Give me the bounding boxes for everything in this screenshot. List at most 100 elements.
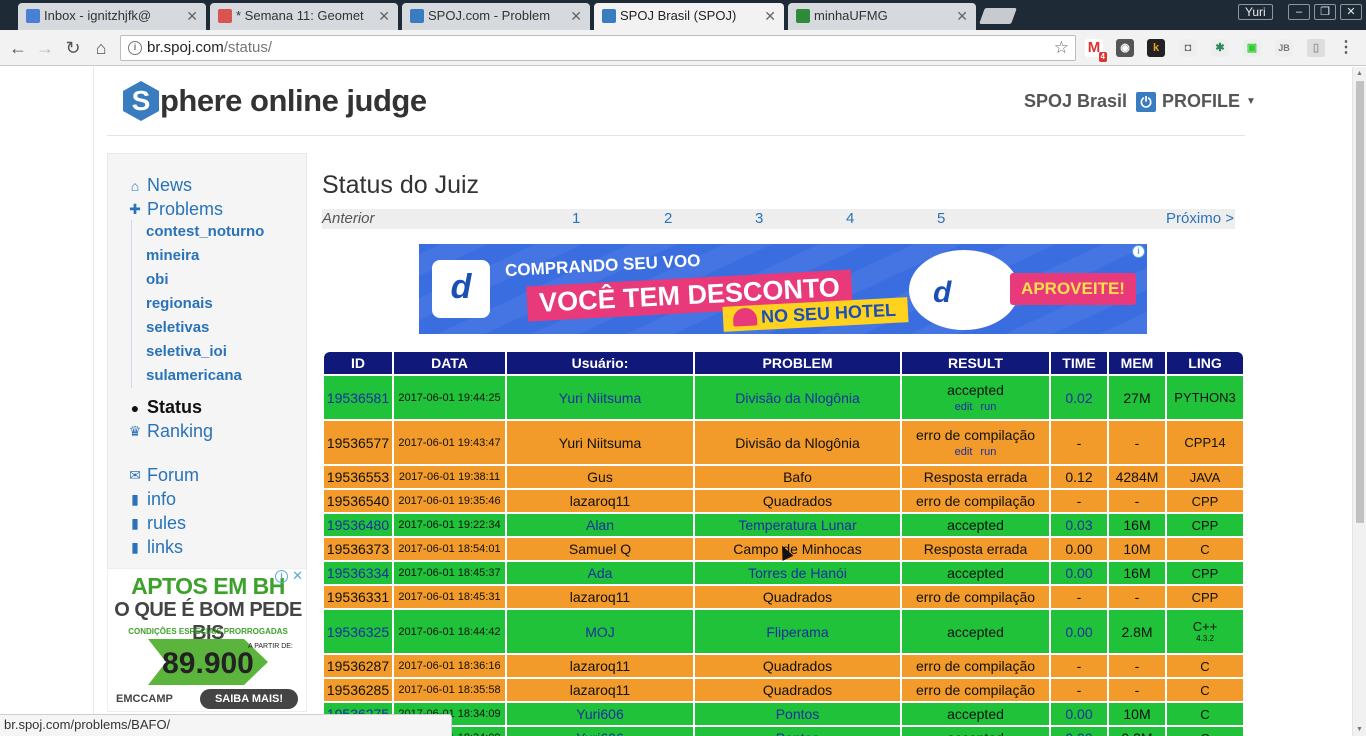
sidebar-item-problems[interactable]: ✚ Problems: [126, 199, 223, 220]
back-icon[interactable]: ←: [7, 37, 29, 59]
problem-link[interactable]: Divisão da Nlogônia: [735, 435, 860, 451]
extension-k-icon[interactable]: k: [1147, 39, 1165, 57]
pager-next[interactable]: Próximo >: [1166, 210, 1234, 227]
subnav-item[interactable]: contest_noturno: [146, 220, 264, 244]
problem-link[interactable]: Quadrados: [763, 658, 832, 674]
submission-id-link[interactable]: 19536480: [327, 517, 389, 533]
submission-id-link[interactable]: 19536325: [327, 624, 389, 640]
run-link[interactable]: run: [980, 446, 996, 458]
close-window-icon[interactable]: ✕: [1340, 4, 1362, 20]
subnav-item[interactable]: seletiva_ioi: [146, 340, 264, 364]
brand-link[interactable]: SPOJ Brasil: [1024, 91, 1127, 112]
bookmark-star-icon[interactable]: ☆: [1054, 36, 1069, 60]
problem-link[interactable]: Divisão da Nlogônia: [735, 390, 860, 406]
browser-tab-active[interactable]: SPOJ Brasil (SPOJ) ✕: [594, 3, 784, 30]
problem-link[interactable]: Fliperama: [766, 624, 828, 640]
pager-page[interactable]: 5: [937, 210, 945, 227]
close-tab-icon[interactable]: ✕: [378, 3, 390, 29]
ad-cta-button[interactable]: SAIBA MAIS!: [200, 689, 298, 709]
problem-link[interactable]: Bafo: [783, 469, 812, 485]
page-scrollbar[interactable]: ▲ ▼: [1352, 67, 1366, 736]
subnav-item[interactable]: obi: [146, 268, 264, 292]
problem-link[interactable]: Quadrados: [763, 493, 832, 509]
user-link[interactable]: lazaroq11: [570, 658, 630, 674]
sidebar-item-forum[interactable]: ✉ Forum: [126, 465, 199, 486]
time-link[interactable]: 0.00: [1065, 730, 1092, 736]
subnav-item[interactable]: mineira: [146, 244, 264, 268]
banner-cta-button[interactable]: APROVEITE!: [1010, 273, 1136, 305]
tv-icon[interactable]: ▣: [1243, 39, 1261, 57]
problem-link[interactable]: Temperatura Lunar: [738, 517, 856, 533]
user-link[interactable]: Yuri606: [576, 706, 623, 722]
browser-tab[interactable]: minhaUFMG ✕: [788, 3, 976, 30]
extension-icon[interactable]: ◉: [1116, 39, 1134, 57]
pager-page[interactable]: 1: [572, 210, 580, 227]
edit-link[interactable]: edit: [955, 401, 973, 413]
user-link[interactable]: MOJ: [585, 624, 615, 640]
close-tab-icon[interactable]: ✕: [570, 3, 582, 29]
scroll-up-icon[interactable]: ▲: [1356, 70, 1363, 77]
pager-page[interactable]: 4: [846, 210, 854, 227]
time-link[interactable]: 0.03: [1065, 517, 1092, 533]
profile-badge[interactable]: Yuri: [1238, 4, 1273, 20]
extension-icon[interactable]: ▯: [1307, 39, 1325, 57]
sidebar-item-links[interactable]: ▮ links: [126, 537, 183, 558]
user-link[interactable]: lazaroq11: [570, 493, 630, 509]
extension-icon[interactable]: ✱: [1211, 39, 1229, 57]
browser-tab[interactable]: * Semana 11: Geomet ✕: [210, 3, 398, 30]
user-link[interactable]: Ada: [588, 565, 613, 581]
sidebar-item-info[interactable]: ▮ info: [126, 489, 176, 510]
gmail-icon[interactable]: M4: [1085, 39, 1107, 62]
problem-link[interactable]: Campo de Minhocas: [733, 541, 861, 557]
submission-id-link[interactable]: 19536334: [327, 565, 389, 581]
user-link[interactable]: Alan: [586, 517, 614, 533]
scrollbar-thumb[interactable]: [1356, 81, 1364, 523]
menu-icon[interactable]: ⋮: [1337, 39, 1355, 57]
page-info-icon[interactable]: i: [128, 41, 142, 55]
ad-close-icon[interactable]: ✕: [292, 569, 303, 584]
problem-link[interactable]: Pontos: [776, 730, 820, 736]
address-bar[interactable]: i br.spoj.com/status/ ☆: [120, 35, 1076, 61]
time-link[interactable]: 0.00: [1065, 565, 1092, 581]
close-tab-icon[interactable]: ✕: [956, 3, 968, 29]
user-link[interactable]: Yuri Niitsuma: [559, 390, 641, 406]
sidebar-item-news[interactable]: ⌂ News: [126, 175, 192, 196]
close-tab-icon[interactable]: ✕: [764, 3, 776, 29]
browser-tab[interactable]: Inbox - ignitzhjfk@ ✕: [18, 3, 206, 30]
ad-info-icon[interactable]: i: [1132, 245, 1145, 258]
problem-link[interactable]: Pontos: [776, 706, 820, 722]
maximize-icon[interactable]: ❐: [1314, 4, 1336, 20]
browser-tab[interactable]: SPOJ.com - Problem ✕: [402, 3, 590, 30]
new-tab-button[interactable]: [979, 8, 1017, 24]
time-link[interactable]: 0.00: [1065, 624, 1092, 640]
user-link[interactable]: Samuel Q: [569, 541, 631, 557]
extension-jb-icon[interactable]: JB: [1275, 39, 1293, 57]
pager-page[interactable]: 3: [755, 210, 763, 227]
forward-icon[interactable]: →: [34, 37, 56, 59]
run-link[interactable]: run: [980, 401, 996, 413]
problem-link[interactable]: Quadrados: [763, 682, 832, 698]
subnav-item[interactable]: regionais: [146, 292, 264, 316]
camera-icon[interactable]: ◘: [1179, 39, 1197, 57]
scroll-down-icon[interactable]: ▼: [1356, 726, 1363, 733]
home-icon[interactable]: ⌂: [90, 37, 112, 59]
sidebar-item-rules[interactable]: ▮ rules: [126, 513, 186, 534]
subnav-item[interactable]: seletivas: [146, 316, 264, 340]
profile-menu[interactable]: ⏻ PROFILE ▼: [1136, 91, 1256, 112]
user-link[interactable]: Yuri Niitsuma: [559, 435, 641, 451]
sidebar-item-ranking[interactable]: ♛ Ranking: [126, 421, 213, 442]
sidebar-item-status[interactable]: ● Status: [126, 397, 202, 418]
site-logo[interactable]: S phere online judge: [123, 81, 427, 121]
subnav-item[interactable]: sulamericana: [146, 364, 264, 388]
ad-banner[interactable]: d COMPRANDO SEU VOO VOCÊ TEM DESCONTO NO…: [419, 244, 1147, 334]
problem-link[interactable]: Quadrados: [763, 589, 832, 605]
user-link[interactable]: lazaroq11: [570, 682, 630, 698]
reload-icon[interactable]: ↻: [62, 37, 84, 59]
minimize-icon[interactable]: –: [1288, 4, 1310, 20]
ad-info-icon[interactable]: i: [275, 570, 288, 583]
sidebar-ad[interactable]: APTOS EM BH O QUE É BOM PEDE BIS CONDIÇÕ…: [107, 568, 307, 712]
time-link[interactable]: 0.02: [1065, 390, 1092, 406]
pager-page[interactable]: 2: [664, 210, 672, 227]
user-link[interactable]: Gus: [587, 469, 613, 485]
user-link[interactable]: lazaroq11: [570, 589, 630, 605]
